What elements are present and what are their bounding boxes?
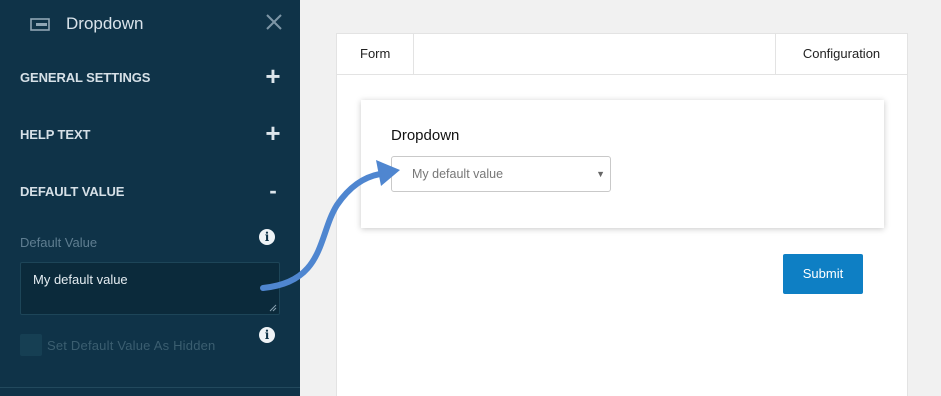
submit-button[interactable]: Submit bbox=[783, 254, 863, 294]
settings-sidebar: Dropdown GENERAL SETTINGS + HELP TEXT + … bbox=[0, 0, 300, 396]
close-icon[interactable] bbox=[262, 10, 286, 34]
section-label: DEFAULT VALUE bbox=[20, 184, 125, 199]
hidden-checkbox[interactable] bbox=[20, 334, 42, 356]
section-label: GENERAL SETTINGS bbox=[20, 70, 151, 85]
default-value-text: My default value bbox=[33, 272, 128, 287]
select-value: My default value bbox=[412, 167, 504, 181]
expand-icon[interactable]: + bbox=[262, 63, 284, 91]
form-preview-panel: Form Configuration Dropdown My default v… bbox=[336, 33, 908, 396]
chevron-down-icon: ▼ bbox=[596, 169, 605, 179]
section-default-value[interactable]: DEFAULT VALUE - bbox=[0, 177, 300, 207]
collapse-icon[interactable]: - bbox=[262, 177, 284, 205]
section-label: HELP TEXT bbox=[20, 127, 91, 142]
info-icon[interactable]: i bbox=[259, 327, 275, 343]
section-general-settings[interactable]: GENERAL SETTINGS + bbox=[0, 63, 300, 93]
sidebar-header: Dropdown bbox=[0, 0, 300, 48]
info-icon[interactable]: i bbox=[259, 229, 275, 245]
dropdown-icon bbox=[30, 18, 50, 31]
tab-configuration[interactable]: Configuration bbox=[775, 34, 907, 74]
tab-form[interactable]: Form bbox=[337, 34, 414, 74]
default-value-label: Default Value bbox=[20, 235, 98, 250]
divider bbox=[0, 387, 300, 388]
dropdown-select[interactable]: My default value ▼ bbox=[391, 156, 611, 192]
form-card: Dropdown My default value ▼ bbox=[361, 100, 884, 228]
tab-bar: Form Configuration bbox=[337, 34, 907, 75]
hidden-checkbox-label: Set Default Value As Hidden bbox=[47, 338, 216, 353]
resize-grip-icon[interactable] bbox=[269, 304, 277, 312]
sidebar-title: Dropdown bbox=[66, 14, 144, 33]
expand-icon[interactable]: + bbox=[262, 120, 284, 148]
default-value-textarea[interactable]: My default value bbox=[20, 262, 280, 315]
section-help-text[interactable]: HELP TEXT + bbox=[0, 120, 300, 150]
dropdown-field-label: Dropdown bbox=[391, 127, 460, 144]
